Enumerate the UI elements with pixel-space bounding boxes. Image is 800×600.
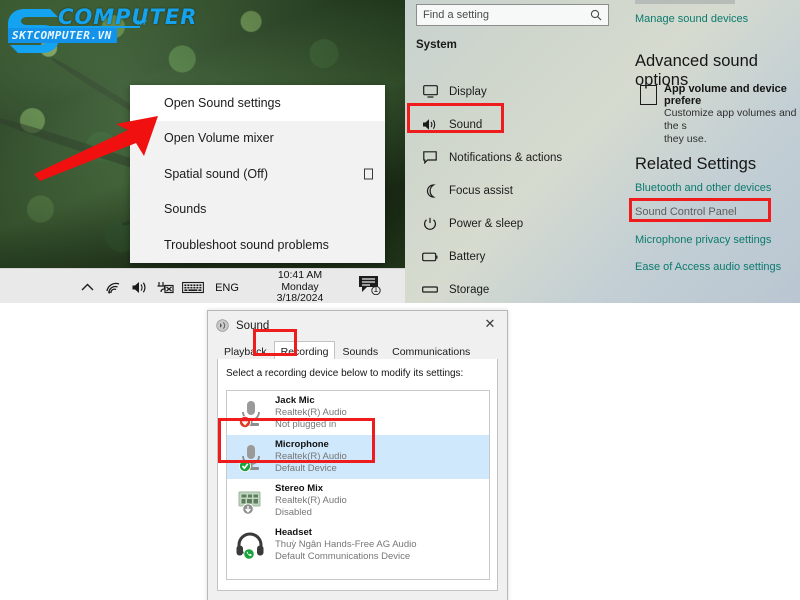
partial-button-edge [635, 0, 735, 4]
volume-icon[interactable] [126, 281, 152, 294]
recording-hint-text: Select a recording device below to modif… [226, 368, 464, 379]
submenu-indicator-icon [364, 168, 373, 180]
menu-item-spatial-sound[interactable]: Spatial sound (Off) [130, 156, 385, 192]
device-text: Headset Thuỳ Ngân Hands-Free AG Audio De… [275, 527, 417, 563]
moon-icon [422, 183, 438, 199]
device-name: Stereo Mix [275, 483, 324, 494]
sidebar-item-storage[interactable]: Storage [414, 273, 614, 305]
app-volume-desc-line1: Customize app volumes and the s [664, 107, 797, 132]
sound-app-icon [216, 319, 229, 332]
sidebar-item-label: Notifications & actions [449, 151, 563, 164]
windows-taskbar[interactable]: ENG 10:41 AM Monday 3/18/2024 1 [0, 268, 405, 305]
app-volume-title[interactable]: App volume and device prefere [664, 83, 800, 107]
app-volume-icon [640, 85, 657, 105]
logo-url-text: SKTCOMPUTER.VN [8, 28, 117, 43]
dialog-body: Select a recording device below to modif… [217, 359, 498, 591]
monitor-icon [422, 84, 438, 100]
volume-context-menu[interactable]: Open Sound settings Open Volume mixer Sp… [130, 85, 385, 263]
search-input[interactable]: Find a setting [416, 4, 609, 26]
settings-section-title: System [416, 39, 457, 51]
device-status: Disabled [275, 507, 312, 518]
device-text: Stereo Mix Realtek(R) Audio Disabled [275, 483, 347, 519]
close-icon[interactable]: ✕ [473, 311, 507, 337]
storage-icon [422, 282, 438, 298]
sidebar-item-label: Storage [449, 283, 490, 296]
menu-item-troubleshoot-sound-problems[interactable]: Troubleshoot sound problems [130, 227, 385, 263]
link-ease-of-access-audio-settings[interactable]: Ease of Access audio settings [635, 261, 781, 273]
device-driver: Realtek(R) Audio [275, 495, 347, 506]
sidebar-item-power-sleep[interactable]: Power & sleep [414, 207, 614, 240]
microphone-row-highlight-box [218, 418, 375, 463]
device-name: Jack Mic [275, 395, 315, 406]
action-center-icon[interactable]: 1 [358, 275, 386, 301]
device-row-headset[interactable]: Headset Thuỳ Ngân Hands-Free AG Audio De… [227, 523, 489, 567]
app-volume-desc-line2: they use. [664, 133, 707, 145]
menu-item-label: Open Sound settings [164, 95, 281, 110]
network-disconnected-icon[interactable] [152, 281, 178, 294]
sidebar-item-label: Power & sleep [449, 217, 524, 230]
menu-item-sounds[interactable]: Sounds [130, 192, 385, 228]
sidebar-item-battery[interactable]: Battery [414, 240, 614, 273]
notification-icon [422, 150, 438, 166]
device-status: Default Device [275, 463, 337, 474]
sound-dialog-screenshot: Sound ✕ Playback Recording Sounds Commun… [0, 305, 800, 600]
logo-main-text: COMPUTER [58, 5, 198, 29]
search-placeholder-text: Find a setting [423, 9, 490, 21]
red-arrow-annotation [34, 116, 158, 181]
menu-item-open-volume-mixer[interactable]: Open Volume mixer [130, 121, 385, 157]
screenshot-root: COMPUTER KY SKTCOMPUTER.VN Open Sound se… [0, 0, 800, 600]
sidebar-item-label: Display [449, 85, 487, 98]
skt-logo: COMPUTER KY SKTCOMPUTER.VN [6, 2, 196, 58]
keyboard-icon[interactable] [178, 281, 208, 294]
sound-control-panel-highlight-box [629, 198, 771, 222]
menu-item-label: Spatial sound (Off) [164, 166, 268, 181]
power-icon [422, 216, 438, 232]
settings-right-column: Manage sound devices Advanced sound opti… [629, 0, 800, 305]
menu-item-open-sound-settings[interactable]: Open Sound settings [130, 85, 385, 121]
recording-tab-highlight-box [253, 329, 297, 356]
device-driver: Thuỳ Ngân Hands-Free AG Audio [275, 539, 417, 550]
desktop-screenshot: COMPUTER KY SKTCOMPUTER.VN Open Sound se… [0, 0, 800, 305]
sidebar-item-label: Battery [449, 250, 486, 263]
sidebar-item-label: Focus assist [449, 184, 513, 197]
device-name: Headset [275, 527, 312, 538]
menu-item-label: Open Volume mixer [164, 131, 274, 146]
device-status: Default Communications Device [275, 551, 411, 562]
search-icon [590, 9, 602, 21]
wifi-icon[interactable] [100, 281, 126, 294]
menu-item-label: Troubleshoot sound problems [164, 237, 329, 252]
show-hidden-icons-chevron[interactable] [74, 283, 100, 292]
settings-window: Find a setting System Display Sound Noti… [405, 0, 800, 305]
logo-wordmark: COMPUTER [58, 6, 197, 28]
notification-badge-count: 1 [373, 283, 379, 294]
taskbar-clock[interactable]: 10:41 AM Monday 3/18/2024 [264, 270, 336, 305]
menu-item-label: Sounds [164, 202, 207, 217]
battery-icon [422, 249, 438, 265]
language-indicator[interactable]: ENG [208, 282, 246, 294]
sidebar-item-focus-assist[interactable]: Focus assist [414, 174, 614, 207]
link-microphone-privacy-settings[interactable]: Microphone privacy settings [635, 234, 771, 246]
headset-icon [234, 529, 266, 561]
sound-nav-highlight-box [407, 103, 504, 133]
manage-sound-devices-link[interactable]: Manage sound devices [635, 13, 748, 25]
link-bluetooth-and-other-devices[interactable]: Bluetooth and other devices [635, 182, 771, 194]
stereo-mix-icon [234, 485, 266, 517]
sidebar-item-notifications[interactable]: Notifications & actions [414, 141, 614, 174]
device-row-stereo-mix[interactable]: Stereo Mix Realtek(R) Audio Disabled [227, 479, 489, 523]
related-settings-heading: Related Settings [635, 155, 757, 173]
